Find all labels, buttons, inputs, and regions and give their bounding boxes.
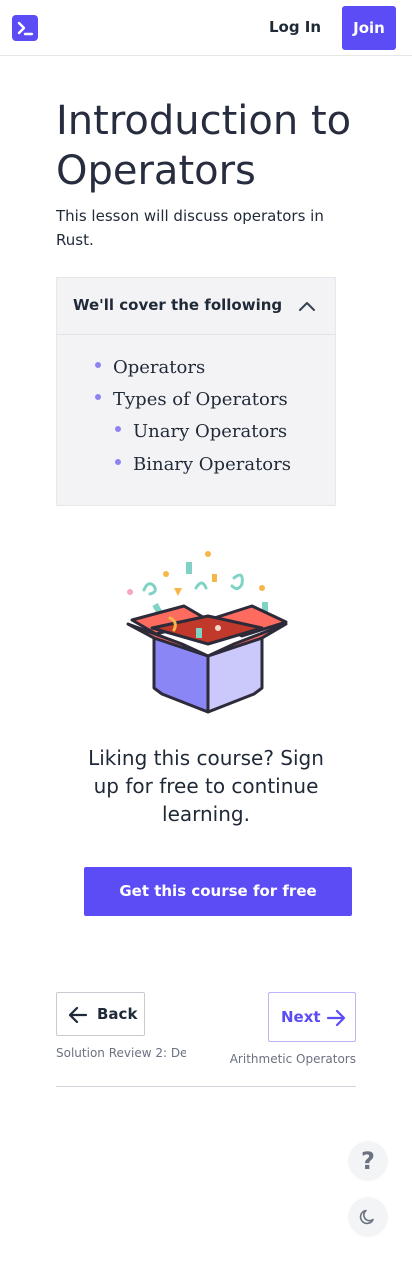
bullet-icon [95,394,101,400]
table-of-contents: We'll cover the following Operators Type… [56,277,336,506]
get-course-button[interactable]: Get this course for free [84,867,352,916]
bullet-icon [115,459,121,465]
join-button[interactable]: Join [342,6,396,50]
bullet-icon [115,426,121,432]
toc-item-unary-operators[interactable]: Unary Operators [115,421,287,442]
gift-box-illustration [126,551,288,714]
next-lesson-title[interactable]: Arithmetic Operators [216,1052,356,1066]
toc-item-operators[interactable]: Operators [95,357,205,378]
toc-item-binary-operators[interactable]: Binary Operators [115,454,291,475]
divider [56,1086,356,1087]
top-header: Log In Join [0,0,412,56]
moon-icon [359,1209,374,1225]
bullet-icon [95,362,101,368]
lesson-description: This lesson will discuss operators in Ru… [56,207,324,249]
arrow-right-icon [326,1009,346,1027]
theme-toggle-button[interactable] [348,1197,388,1237]
next-button[interactable]: Next [268,992,356,1042]
promo-text: Liking this course? Sign up for free to … [88,746,324,826]
help-button[interactable]: ? [348,1141,388,1181]
back-button[interactable]: Back [56,992,145,1036]
lesson-title: Introduction to Operators [56,98,352,194]
toc-heading: We'll cover the following [73,296,283,314]
login-button[interactable]: Log In [264,9,326,45]
next-label: Next [281,1008,321,1026]
arrow-left-icon [68,1006,88,1024]
toc-item-types-of-operators[interactable]: Types of Operators [95,389,288,410]
previous-lesson-title[interactable]: Solution Review 2: De... [56,1046,186,1060]
terminal-icon[interactable] [12,15,38,41]
chevron-up-icon [299,302,315,311]
toc-toggle[interactable]: We'll cover the following [57,278,335,335]
back-label: Back [97,1005,138,1023]
